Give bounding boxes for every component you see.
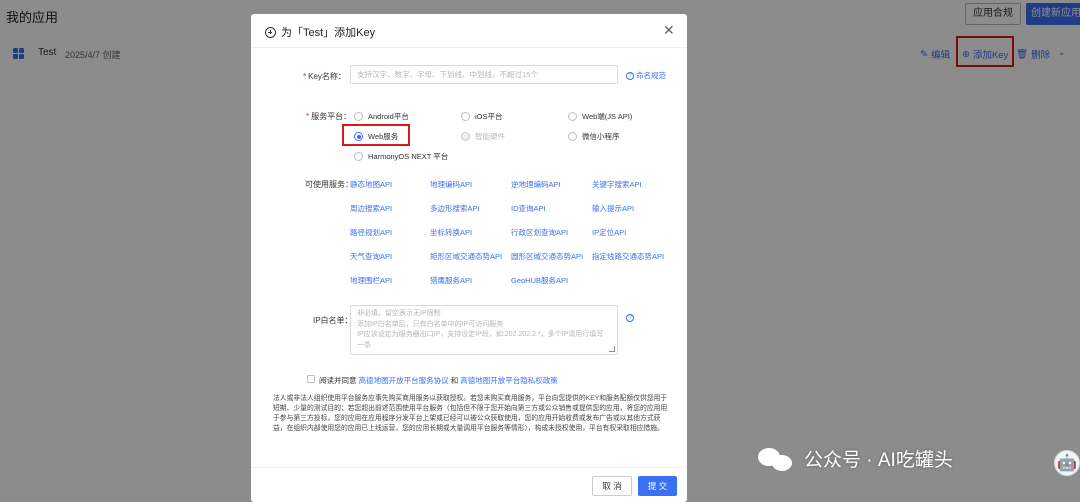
wechat-icon <box>758 446 796 472</box>
radio-android[interactable]: Android平台 <box>354 111 409 122</box>
services-label: 可使用服务： <box>305 180 353 189</box>
close-icon[interactable]: ✕ <box>663 22 675 39</box>
naming-rules-link[interactable]: ? 命名规范 <box>626 70 666 81</box>
question-icon: ? <box>626 71 634 80</box>
service-link[interactable]: 圆形区域交通态势API <box>511 251 583 262</box>
platform-label: * 服务平台： <box>306 112 352 121</box>
service-link[interactable]: 矩形区域交通态势API <box>430 251 502 262</box>
radio-circle <box>354 112 363 121</box>
radio-circle <box>568 112 577 121</box>
service-link[interactable]: 关键字搜索API <box>592 179 642 190</box>
service-link[interactable]: 行政区划查询API <box>511 227 568 238</box>
privacy-policy-link[interactable]: 高德地图开放平台隐私权政策 <box>460 376 558 385</box>
ip-placeholder-line: IP应该设定为服务器出口IP，支持设定IP段，如:202.202.2.*，多个I… <box>357 331 604 338</box>
service-link[interactable]: 猎鹰服务API <box>430 275 472 286</box>
web-service-highlight-box <box>342 124 410 146</box>
service-link[interactable]: 地理编码API <box>430 179 472 190</box>
ip-placeholder-line: 添加IP白名单后，只有白名单中的IP可访问服务 <box>357 320 504 328</box>
plus-circle-icon <box>265 26 276 38</box>
service-link[interactable]: 逆地理编码API <box>511 179 561 190</box>
service-link[interactable]: 周边搜索API <box>350 203 392 214</box>
service-link[interactable]: 坐标转换API <box>430 227 472 238</box>
radio-circle <box>461 112 470 121</box>
service-link[interactable]: 多边形搜索API <box>430 203 480 214</box>
watermark-text: 公众号 · AI吃罐头 <box>804 450 953 471</box>
dialog-footer: 取 消 提 交 <box>251 467 687 502</box>
service-agreement-link[interactable]: 高德地图开放平台服务协议 <box>359 376 449 385</box>
dialog-header: 为「Test」添加Key ✕ <box>251 14 687 48</box>
radio-ios[interactable]: iOS平台 <box>461 111 503 122</box>
radio-circle-disabled <box>461 132 470 141</box>
agreement-text: 阅读并同意 高德地图开放平台服务协议 和 高德地图开放平台隐私权政策 <box>319 376 558 385</box>
dialog-title: 为「Test」添加Key <box>281 27 376 39</box>
ip-placeholder-line: 一条 <box>357 341 371 349</box>
avatar: 🤖 <box>1054 450 1080 476</box>
service-link[interactable]: 路径规划API <box>350 227 392 238</box>
service-link[interactable]: 指定线路交通态势API <box>592 251 664 262</box>
service-link[interactable]: GeoHUB服务API <box>511 275 568 286</box>
radio-circle <box>568 132 577 141</box>
service-link[interactable]: 输入提示API <box>592 203 634 214</box>
radio-harmonyos[interactable]: HarmonyOS NEXT 平台 <box>354 151 448 162</box>
agree-checkbox[interactable] <box>307 375 315 383</box>
add-key-dialog: 为「Test」添加Key ✕ * Key名称： 支持汉字、数字、字母、下划线、中划… <box>251 14 687 502</box>
radio-smart-hardware: 智能硬件 <box>461 131 505 142</box>
service-link[interactable]: ID查询API <box>511 203 546 214</box>
ip-whitelist-textarea[interactable]: 非必填，留空表示无IP限制 添加IP白名单后，只有白名单中的IP可访问服务 IP… <box>350 305 618 355</box>
submit-button[interactable]: 提 交 <box>638 476 677 496</box>
service-link[interactable]: IP定位API <box>592 227 626 238</box>
key-name-input[interactable]: 支持汉字、数字、字母、下划线、中划线，不超过15个 <box>350 65 618 84</box>
service-link[interactable]: 天气查询API <box>350 251 392 262</box>
ip-whitelist-label: IP白名单： <box>313 316 353 325</box>
radio-wechat-miniprogram[interactable]: 微信小程序 <box>568 131 620 142</box>
key-name-label: * Key名称： <box>303 72 346 81</box>
watermark: 公众号 · AI吃罐头 <box>758 445 953 472</box>
cancel-button[interactable]: 取 消 <box>592 476 632 496</box>
service-link[interactable]: 地理围栏API <box>350 275 392 286</box>
resize-handle[interactable] <box>609 346 615 352</box>
service-link[interactable]: 静态地图API <box>350 179 392 190</box>
ip-help-icon[interactable]: ? <box>626 314 634 322</box>
usage-notice: 法人或非法人组织使用平台服务应事先购买商用服务以获取授权。若您未购买商用服务，平… <box>273 395 668 432</box>
radio-circle <box>354 152 363 161</box>
ip-placeholder-line: 非必填，留空表示无IP限制 <box>357 310 441 317</box>
dialog-title-wrap: 为「Test」添加Key <box>265 24 375 40</box>
radio-web-js-api[interactable]: Web端(JS API) <box>568 111 632 122</box>
